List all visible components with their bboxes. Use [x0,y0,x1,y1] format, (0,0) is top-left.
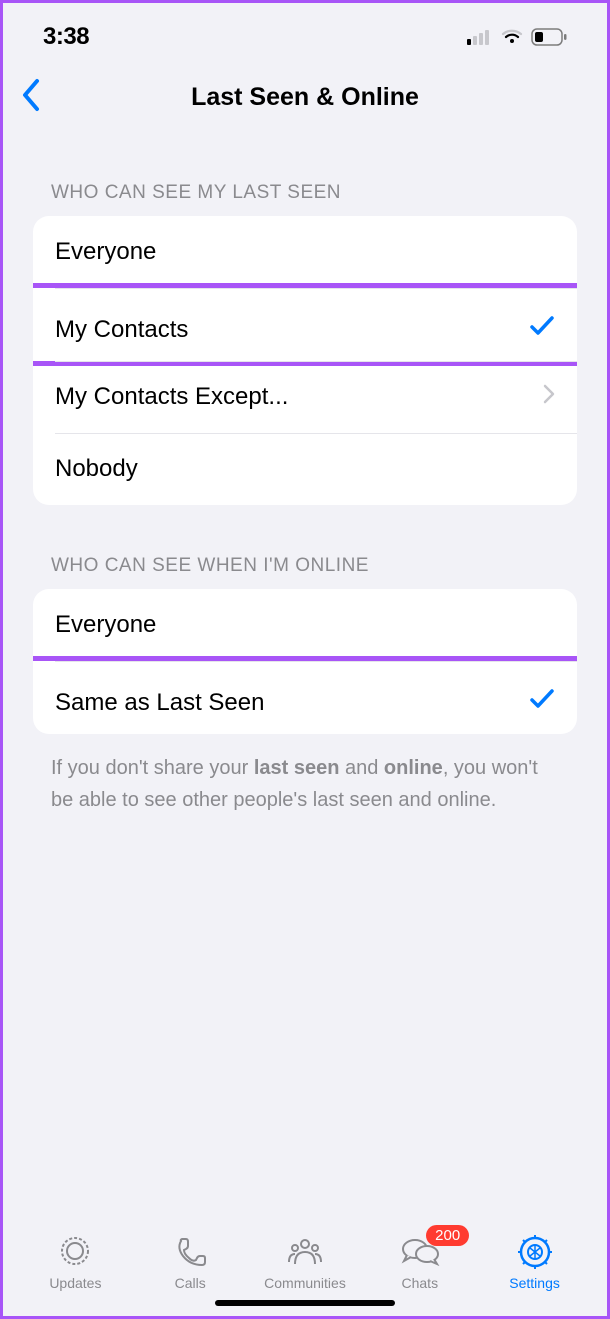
section-last-seen: WHO CAN SEE MY LAST SEEN Everyone My Con… [3,182,607,505]
option-label: My Contacts [55,316,188,344]
option-label: Nobody [55,455,138,483]
battery-icon [531,28,567,46]
page-title: Last Seen & Online [21,83,589,112]
communities-icon [283,1233,327,1271]
option-group-last-seen: Everyone My Contacts My Contacts Except.… [33,216,577,505]
check-icon [529,315,555,344]
option-my-contacts[interactable]: My Contacts [33,283,577,366]
tab-communities[interactable]: Communities [248,1233,363,1291]
chevron-left-icon [21,78,41,112]
option-label: Same as Last Seen [55,689,264,717]
chevron-right-icon [543,383,555,411]
option-online-everyone[interactable]: Everyone [33,589,577,661]
status-time: 3:38 [43,23,89,51]
status-bar: 3:38 [3,3,607,63]
settings-icon [517,1233,553,1271]
tab-calls[interactable]: Calls [133,1233,248,1291]
section-header-online: WHO CAN SEE WHEN I'M ONLINE [33,555,577,589]
option-my-contacts-except[interactable]: My Contacts Except... [33,361,577,433]
home-indicator[interactable] [215,1300,395,1306]
option-label: My Contacts Except... [55,383,288,411]
tab-label: Settings [509,1275,560,1291]
tab-settings[interactable]: Settings [477,1233,592,1291]
option-nobody[interactable]: Nobody [33,433,577,505]
option-label: Everyone [55,611,156,639]
back-button[interactable] [21,78,41,117]
tab-bar: Updates Calls Communities 200 Chats Sett… [3,1201,607,1316]
chats-badge: 200 [426,1225,469,1246]
tab-chats[interactable]: 200 Chats [362,1233,477,1291]
updates-icon [57,1233,93,1271]
check-icon [529,688,555,717]
footer-note: If you don't share your last seen and on… [33,734,577,834]
calls-icon [172,1233,208,1271]
option-everyone[interactable]: Everyone [33,216,577,288]
tab-label: Calls [175,1275,206,1291]
tab-label: Communities [264,1275,346,1291]
nav-header: Last Seen & Online [3,63,607,132]
section-online: WHO CAN SEE WHEN I'M ONLINE Everyone Sam… [3,555,607,834]
tab-updates[interactable]: Updates [18,1233,133,1291]
wifi-icon [501,29,523,45]
option-same-as-last-seen[interactable]: Same as Last Seen [33,656,577,734]
tab-label: Chats [402,1275,439,1291]
status-icons [467,28,567,46]
option-label: Everyone [55,238,156,266]
cellular-icon [467,29,493,45]
option-group-online: Everyone Same as Last Seen [33,589,577,734]
section-header-last-seen: WHO CAN SEE MY LAST SEEN [33,182,577,216]
tab-label: Updates [49,1275,101,1291]
